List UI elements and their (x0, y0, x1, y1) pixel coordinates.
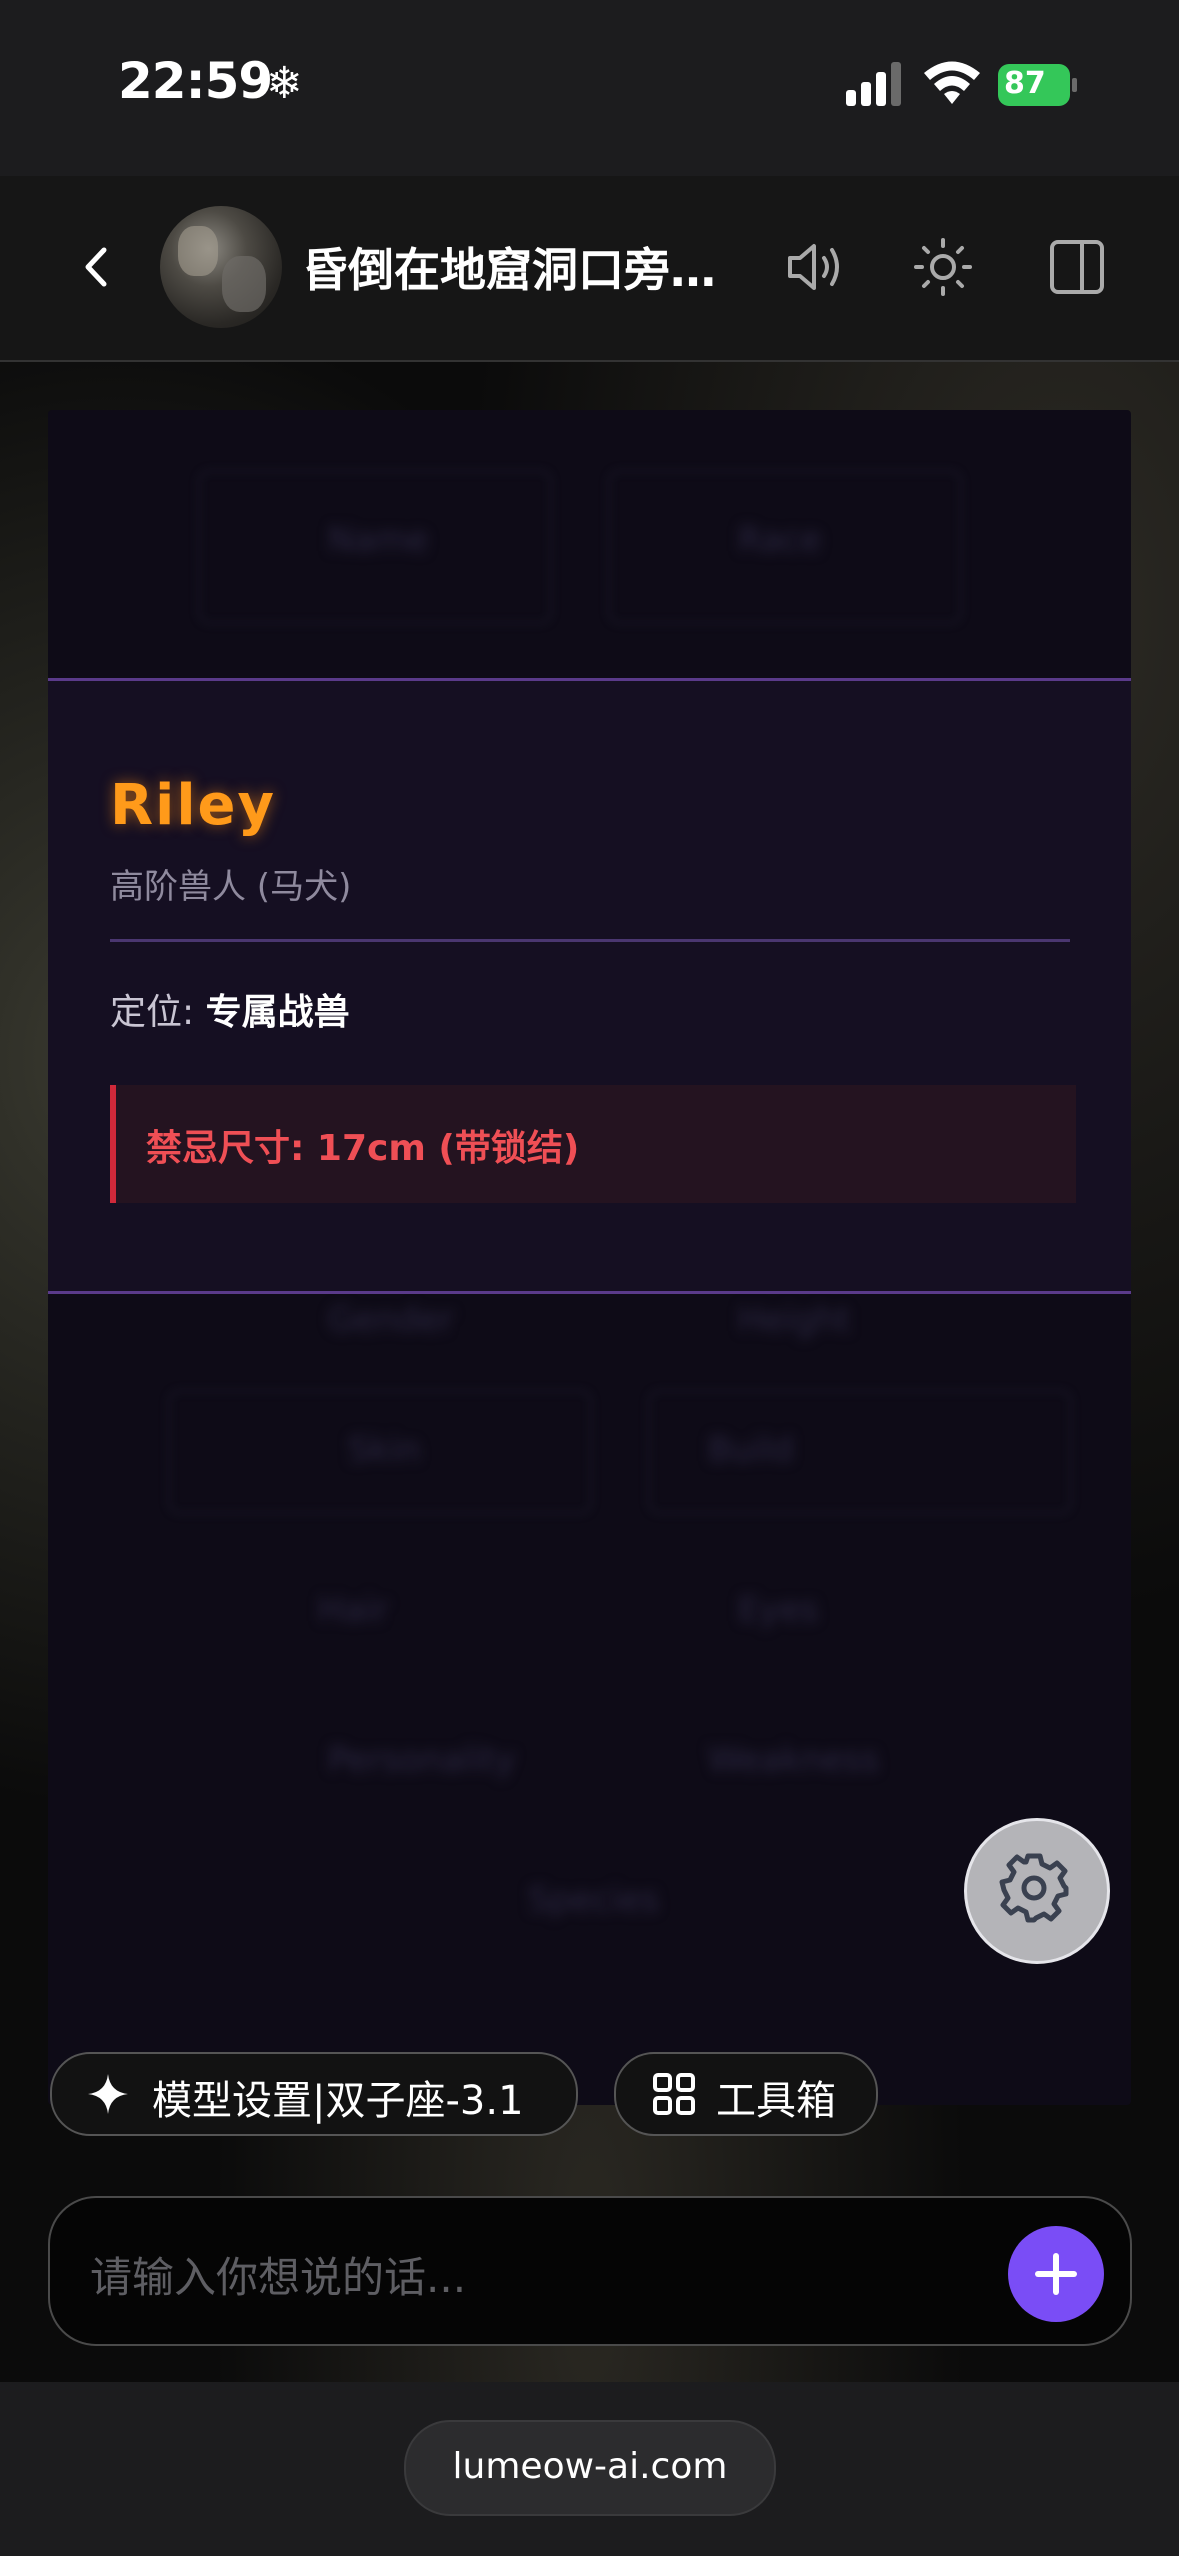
status-time: 22:59 (118, 52, 273, 110)
ghost-label: Eyes (738, 1590, 819, 1630)
warning-text: 禁忌尺寸: 17cm (带锁结) (146, 1128, 580, 1169)
character-race: 高阶兽人 (马犬) (110, 867, 352, 907)
message-input[interactable]: 请输入你想说的话... (48, 2196, 1132, 2346)
message-input-placeholder: 请输入你想说的话... (90, 2253, 467, 2302)
sparkle-icon (88, 2074, 128, 2114)
status-bar: 22:59 ❄ 87 (0, 0, 1179, 176)
sidebar-panel-icon[interactable] (1044, 234, 1110, 300)
ghost-label: Hair (318, 1590, 388, 1630)
speaker-icon[interactable] (780, 234, 846, 300)
wifi-icon (924, 61, 980, 104)
toolbox-label: 工具箱 (716, 2078, 836, 2124)
ghost-label: Weakness (708, 1740, 879, 1780)
battery-indicator: 87 (998, 64, 1080, 108)
chat-header: 昏倒在地窟洞口旁… (0, 176, 1179, 362)
battery-level: 87 (1004, 66, 1046, 101)
role-value: 专属战兽 (205, 992, 350, 1033)
ghost-label: Name (328, 520, 429, 560)
cellular-signal-icon (846, 62, 901, 106)
toolbox-chip[interactable]: 工具箱 (614, 2052, 878, 2136)
brightness-icon[interactable] (910, 234, 976, 300)
character-role: 定位: 专属战兽 (110, 983, 350, 1035)
back-chevron-icon[interactable] (72, 232, 122, 302)
model-settings-label: 模型设置|双子座-3.1 (152, 2078, 524, 2124)
ghost-label: Build (708, 1430, 794, 1470)
character-name: Riley (110, 773, 276, 838)
avatar[interactable] (160, 206, 282, 328)
url-text: lumeow-ai.com (452, 2446, 728, 2487)
ghost-label: Height (738, 1300, 851, 1340)
snowflake-icon: ❄ (266, 58, 303, 109)
ghost-label: Race (738, 520, 822, 560)
settings-button[interactable] (964, 1818, 1110, 1964)
ghost-label: Personality (328, 1740, 516, 1780)
add-button[interactable] (1008, 2226, 1104, 2322)
role-label: 定位: (110, 992, 195, 1033)
ghost-label: Species (528, 1880, 659, 1920)
warning-box: 禁忌尺寸: 17cm (带锁结) (110, 1085, 1076, 1203)
ghost-label: Gender (328, 1300, 454, 1340)
divider (110, 939, 1070, 942)
browser-bar: lumeow-ai.com (0, 2382, 1179, 2556)
ghost-label: Skin (348, 1430, 421, 1470)
character-info-panel: Riley 高阶兽人 (马犬) 定位: 专属战兽 禁忌尺寸: 17cm (带锁结… (48, 678, 1131, 1294)
model-settings-chip[interactable]: 模型设置|双子座-3.1 (50, 2052, 578, 2136)
url-pill[interactable]: lumeow-ai.com (404, 2420, 776, 2516)
plus-icon (1035, 2253, 1077, 2295)
grid-icon (653, 2073, 695, 2115)
gear-icon (999, 1853, 1069, 1923)
chat-title: 昏倒在地窟洞口旁… (302, 243, 716, 297)
